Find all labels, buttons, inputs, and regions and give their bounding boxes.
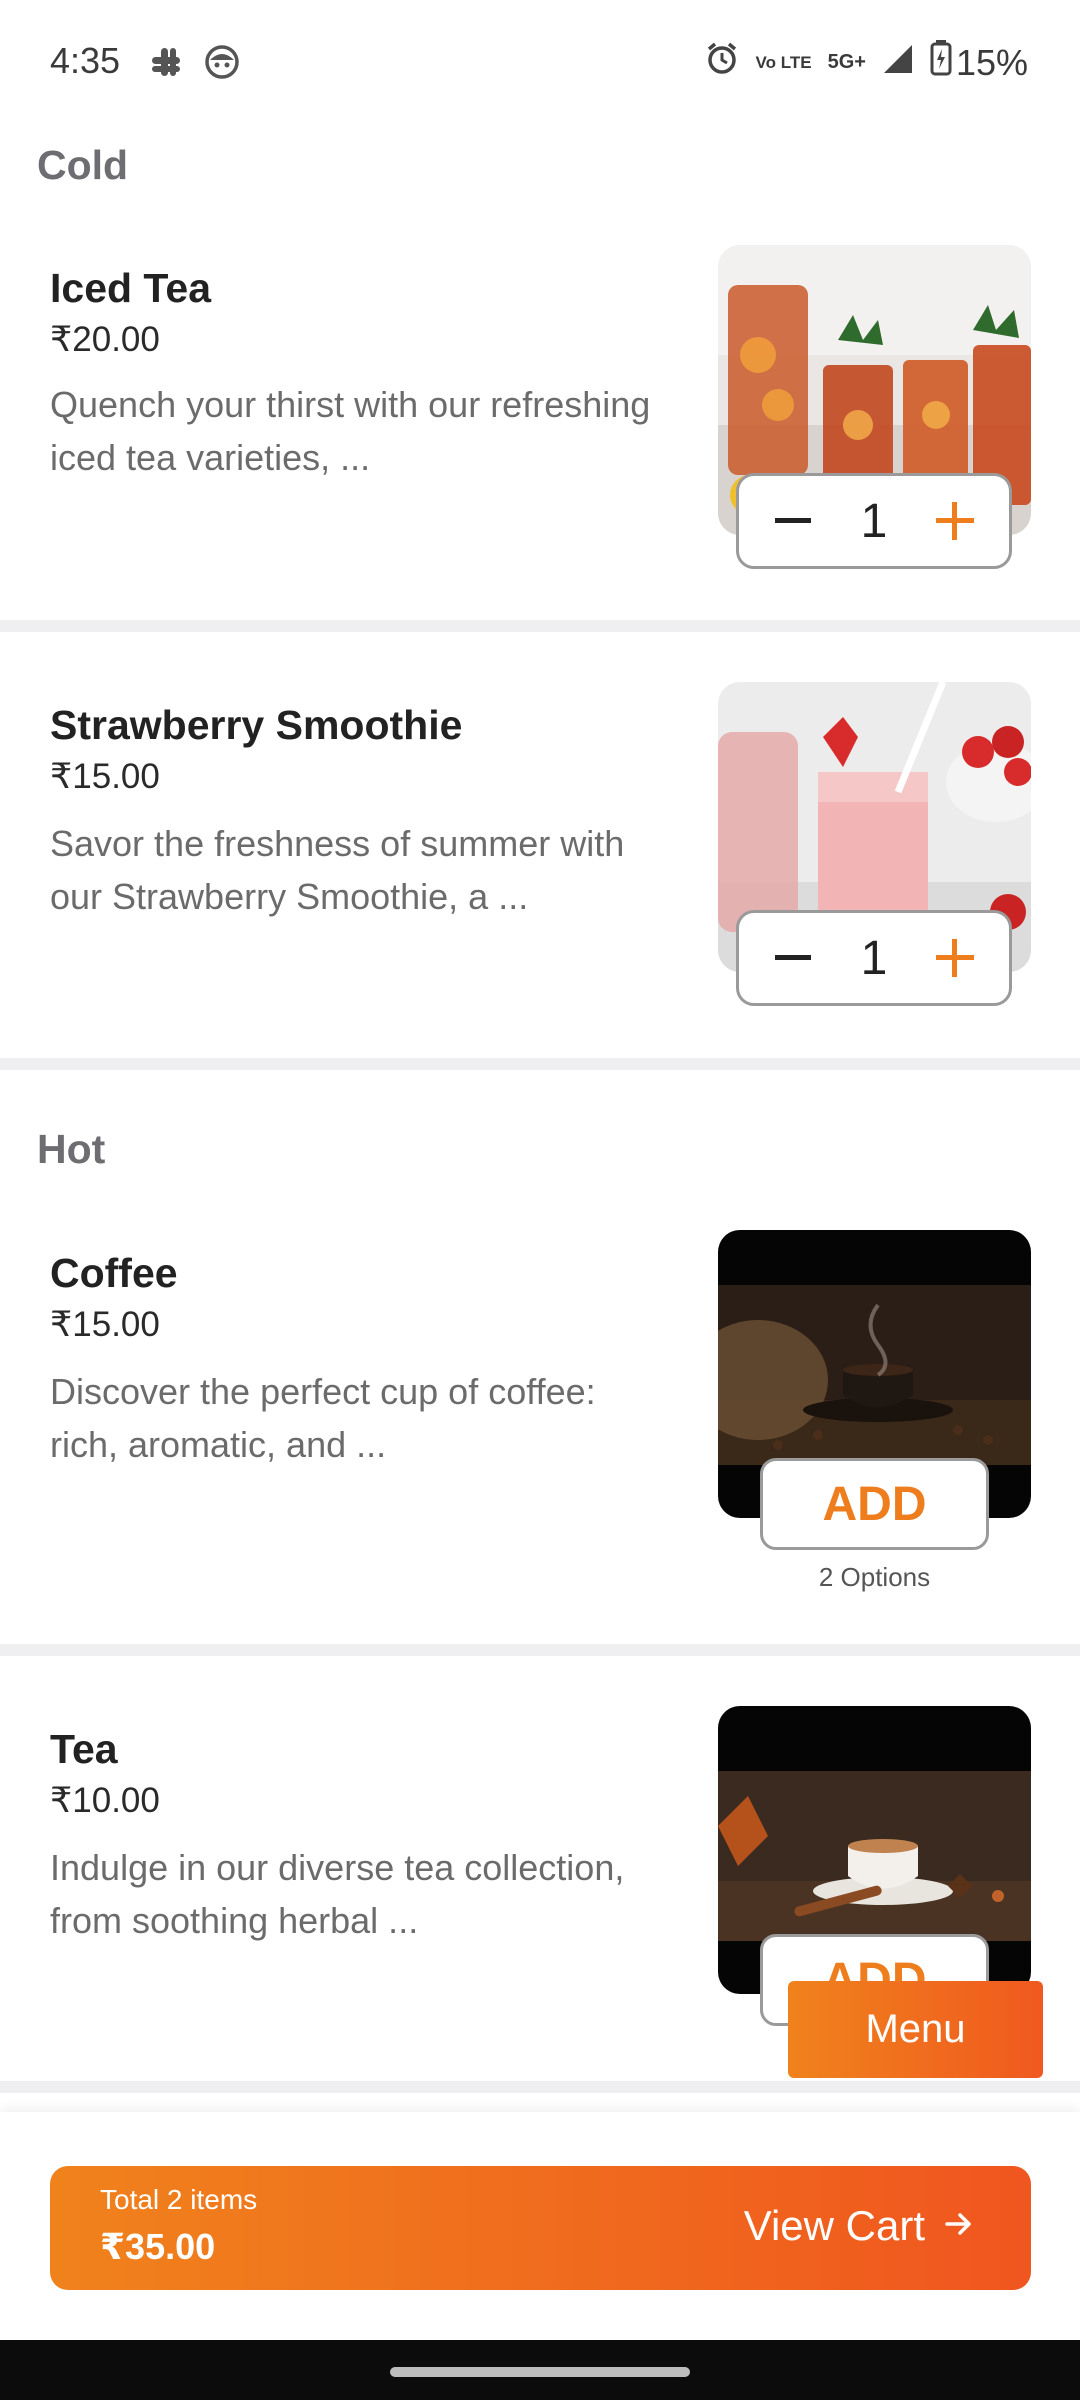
menu-item-strawberry-smoothie[interactable]: Strawberry Smoothie ₹15.00 Savor the fre… [0, 632, 1080, 1058]
options-count: 2 Options [818, 1562, 931, 1592]
item-price: ₹15.00 [50, 1305, 160, 1344]
status-bar: 4:35 Vo LTE 5G+ 15% [0, 0, 1080, 125]
view-cart-button[interactable]: View Cart [744, 2202, 975, 2250]
volte-indicator: Vo LTE [755, 53, 812, 72]
plus-icon[interactable] [927, 930, 983, 986]
menu-item-coffee[interactable]: Coffee ₹15.00 Discover the perfect cup o… [0, 1200, 1080, 1644]
quantity-value: 1 [860, 931, 888, 985]
add-button[interactable]: ADD [760, 1458, 989, 1550]
item-price: ₹20.00 [50, 320, 160, 359]
quantity-stepper[interactable]: 1 [736, 473, 1012, 569]
item-description: Discover the perfect cup of coffee: rich… [50, 1371, 596, 1465]
minus-icon[interactable] [765, 930, 821, 986]
home-gesture-handle[interactable] [390, 2367, 690, 2377]
slack-icon [148, 44, 184, 85]
menu-button[interactable]: Menu [788, 1981, 1043, 2078]
item-name: Tea [50, 1726, 118, 1772]
cart-total: ₹35.00 [100, 2226, 216, 2267]
item-name: Coffee [50, 1250, 178, 1296]
plus-icon[interactable] [927, 493, 983, 549]
alarm-icon [704, 40, 740, 85]
item-price: ₹10.00 [50, 1781, 160, 1820]
item-divider [0, 1058, 1080, 1070]
battery-group: 15% [930, 40, 1028, 85]
item-description: Quench your thirst with our refreshing i… [50, 384, 651, 478]
item-name: Strawberry Smoothie [50, 702, 463, 748]
quantity-value: 1 [860, 494, 888, 548]
view-cart-bar[interactable]: Total 2 items ₹35.00 View Cart [50, 2166, 1031, 2290]
status-time: 4:35 [50, 40, 121, 81]
item-description: Savor the freshness of summer with our S… [50, 823, 625, 917]
item-name: Iced Tea [50, 265, 212, 311]
network-5g-indicator: 5G+ [827, 51, 866, 73]
app-face-icon [204, 44, 240, 85]
section-title-hot: Hot [37, 1126, 106, 1172]
cart-items-label: Total 2 items [100, 2184, 258, 2215]
item-description: Indulge in our diverse tea collection, f… [50, 1847, 625, 1941]
signal-icon [882, 42, 914, 84]
section-title-cold: Cold [37, 142, 129, 188]
battery-percent: 15% [955, 41, 1028, 83]
view-cart-label: View Cart [743, 2202, 925, 2249]
system-nav-bar [0, 2340, 1080, 2400]
item-price: ₹15.00 [50, 757, 160, 796]
menu-item-iced-tea[interactable]: Iced Tea ₹20.00 Quench your thirst with … [0, 230, 1080, 620]
status-right-group: Vo LTE 5G+ 15% [704, 40, 1028, 85]
item-divider [0, 620, 1080, 632]
arrow-right-icon [943, 2202, 975, 2250]
item-divider [0, 1644, 1080, 1656]
quantity-stepper[interactable]: 1 [736, 910, 1012, 1006]
minus-icon[interactable] [765, 493, 821, 549]
item-divider [0, 2081, 1080, 2093]
battery-icon [930, 40, 952, 85]
